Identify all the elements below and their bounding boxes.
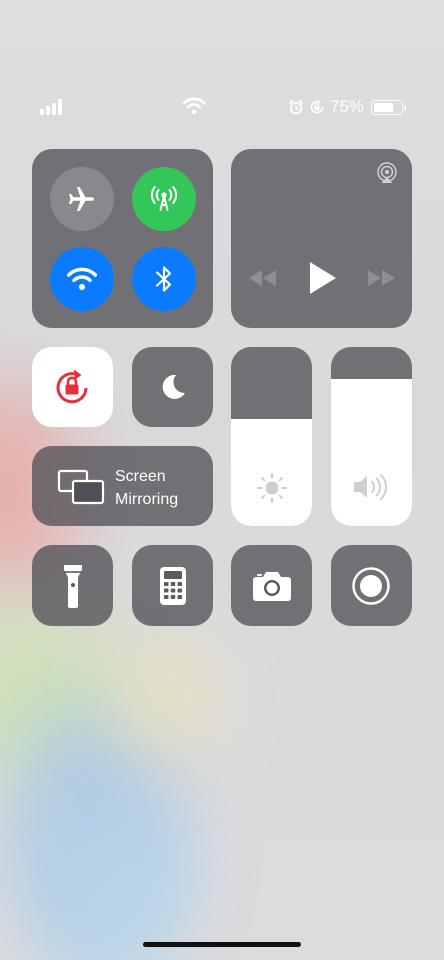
alarm-icon [288,99,304,115]
airplane-icon [69,187,94,211]
cellular-antenna-icon [150,186,178,211]
airplane-mode-toggle[interactable] [50,167,114,231]
play-button[interactable] [310,262,336,294]
screen-mirroring-icon [57,469,105,505]
screen-mirroring-label: Screen Mirroring [115,468,179,508]
airplay-audio-icon[interactable] [376,162,398,184]
flashlight-icon [64,565,82,608]
rewind-button[interactable] [249,270,276,286]
home-indicator[interactable] [143,942,301,947]
wifi-toggle[interactable] [50,247,114,311]
record-icon [352,567,390,605]
screen-recording-button[interactable] [331,545,412,626]
brightness-slider[interactable] [231,347,312,526]
speaker-volume-icon [354,474,387,500]
calculator-button[interactable] [132,545,213,626]
battery-icon [371,99,407,115]
fast-forward-button[interactable] [368,270,395,286]
brightness-sun-icon [257,473,287,503]
battery-percent: 75% [330,97,365,116]
moon-icon [162,374,185,399]
wifi-icon [182,97,206,115]
bluetooth-icon [155,266,172,292]
cellular-signal-icon [40,99,66,115]
media-controls [249,262,395,294]
orientation-lock-toggle[interactable] [32,347,113,427]
do-not-disturb-toggle[interactable] [132,347,213,427]
orientation-lock-icon [56,369,88,404]
bluetooth-toggle[interactable] [132,247,196,311]
calculator-icon [160,567,186,605]
orientation-lock-icon [310,100,324,114]
camera-icon [253,572,291,601]
wifi-icon [66,267,98,291]
flashlight-button[interactable] [32,545,113,626]
volume-slider[interactable] [331,347,412,526]
camera-button[interactable] [231,545,312,626]
cellular-data-toggle[interactable] [132,167,196,231]
